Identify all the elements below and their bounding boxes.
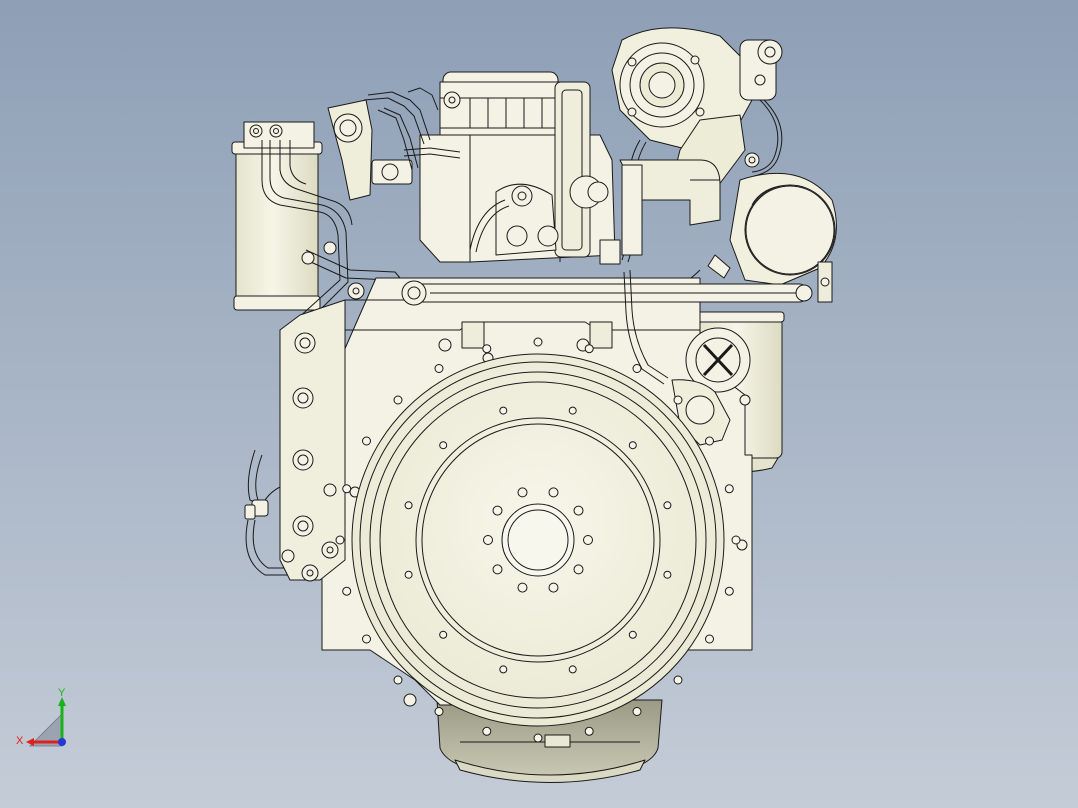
bolt-hole [335,535,345,545]
bolt-hole [632,707,642,716]
bolt-hole [439,441,448,450]
transverse-rod[interactable] [401,280,813,306]
bolt-hole [439,630,448,639]
support-bracket-left[interactable] [279,299,346,582]
bolt-hole [517,487,528,498]
z-axis-dot [58,738,66,746]
bolt-hole [663,501,672,510]
bolt-hole [393,675,403,685]
bolt-hole [628,630,637,639]
bolt-hole [673,395,683,405]
x-axis-arrowhead [26,738,34,746]
bolt-hole [584,726,594,736]
bolt-hole [568,406,577,415]
bolt-hole [482,344,492,354]
bolt-hole [362,436,371,446]
bolt-hole [483,535,493,545]
bolt-hole [393,395,403,405]
bolt-hole [362,634,371,644]
bolt-hole [724,484,734,494]
bolt-hole [499,406,508,415]
bolt-hole [568,665,577,674]
bolt-hole [517,582,528,593]
coordinate-triad: X Y [16,687,66,747]
bolt-hole [434,364,444,373]
bolt-hole [663,570,672,579]
bolt-hole [533,337,543,347]
exhaust-elbow[interactable] [619,159,721,256]
engine-model[interactable] [0,0,1078,808]
bolt-hole [724,586,734,596]
bolt-hole [342,586,352,596]
bolt-hole [548,487,559,498]
bolt-hole [499,665,508,674]
bolt-hole [533,733,543,743]
flywheel[interactable] [351,353,725,727]
bolt-hole [492,564,503,575]
bolt-hole [705,634,714,644]
bolt-hole [673,675,683,685]
bolt-hole [573,564,584,575]
bolt-hole [705,436,714,446]
bolt-hole [434,707,444,716]
bolt-hole [731,535,741,545]
bolt-hole [404,501,413,510]
y-axis-label: Y [58,687,66,699]
bolt-hole [482,726,492,736]
bolt-hole [573,505,584,516]
bolt-hole [492,505,503,516]
bolt-hole [583,535,593,545]
graphics-viewport[interactable]: X Y [0,0,1078,808]
bolt-hole [548,582,559,593]
x-axis-label: X [16,735,24,747]
oil-filter-left[interactable] [231,121,323,311]
bolt-hole [628,441,637,450]
bolt-hole [404,570,413,579]
bolt-hole [342,484,352,494]
bolt-hole [584,344,594,354]
